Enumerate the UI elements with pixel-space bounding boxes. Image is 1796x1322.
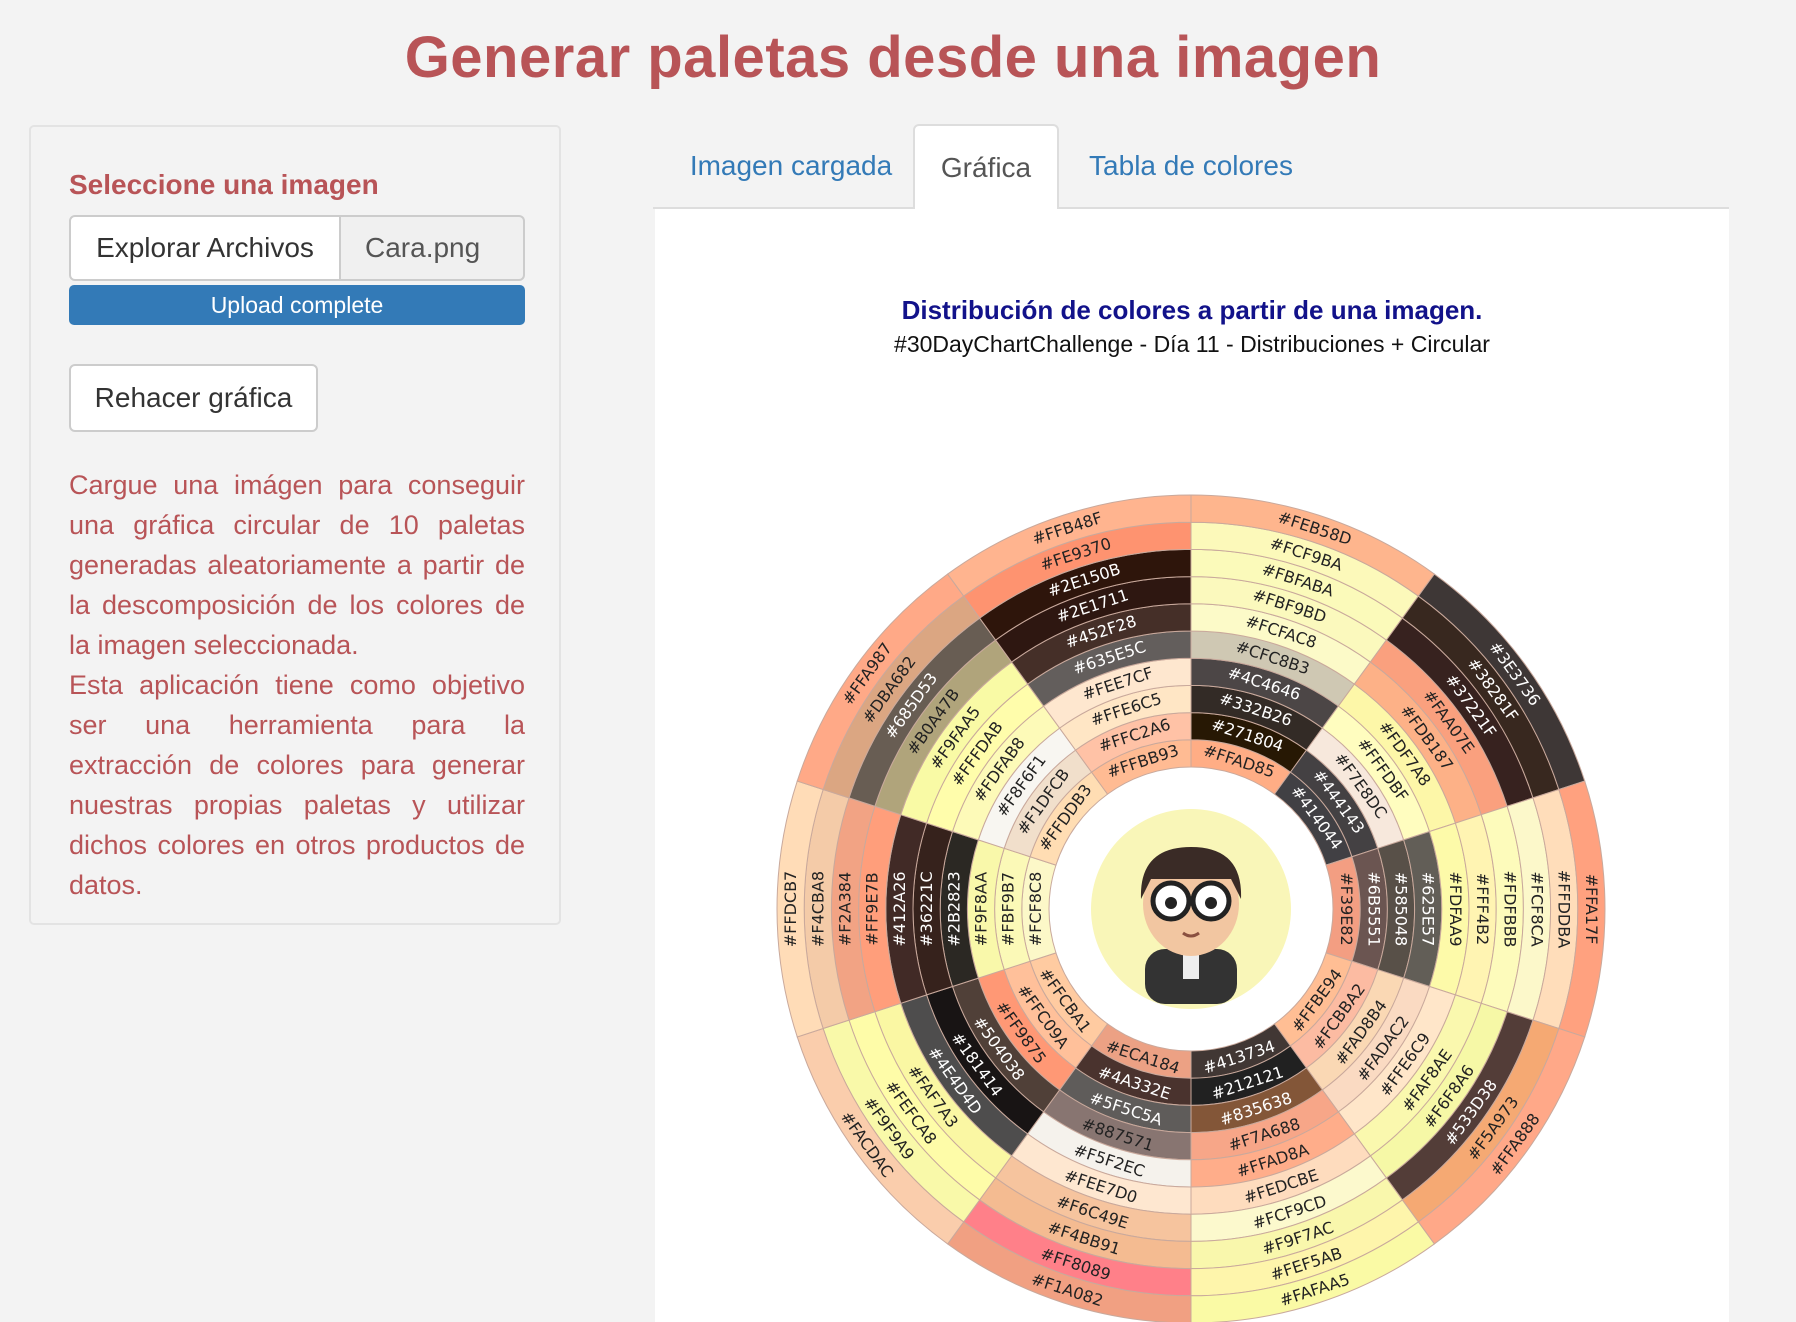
selected-file-name: Cara.png [341, 215, 525, 281]
color-hex-label: #FF9E7B [863, 872, 882, 945]
tab-bar: Imagen cargada Gráfica Tabla de colores [653, 124, 1729, 210]
tab-tabla-de-colores[interactable]: Tabla de colores [1059, 124, 1323, 208]
color-hex-label: #6B5551 [1364, 871, 1383, 946]
file-input[interactable]: Explorar Archivos Cara.png [69, 215, 525, 281]
color-hex-label: #FDFBBB [1500, 870, 1519, 947]
color-hex-label: #36221C [917, 871, 936, 946]
description-paragraph: Esta aplicación tiene como objetivo ser … [69, 670, 525, 900]
color-hex-label: #FCF8CA [1528, 871, 1547, 946]
color-hex-label: #FFF4B2 [1473, 873, 1492, 945]
upload-progress-label: Upload complete [69, 285, 525, 325]
browse-files-button[interactable]: Explorar Archivos [69, 215, 341, 281]
redo-chart-button[interactable]: Rehacer gráfica [69, 364, 318, 432]
color-hex-label: #FBF9B7 [999, 872, 1018, 946]
upload-progress-bar: Upload complete [69, 285, 525, 325]
page-title: Generar paletas desde una imagen [404, 25, 1382, 90]
color-hex-label: #FFDDBA [1555, 870, 1574, 948]
color-wheel-chart: #FFAD85#271804#332B26#4C4646#CFC8B3#FCFA… [776, 494, 1606, 1322]
color-hex-label: #FDFAA9 [1446, 871, 1465, 946]
color-hex-label: #F4CBA8 [808, 871, 827, 947]
tab-grafica[interactable]: Gráfica [913, 124, 1059, 210]
color-hex-label: #F39E82 [1337, 872, 1356, 945]
color-hex-label: #FFA17F [1582, 874, 1601, 945]
color-hex-label: #FCF8C8 [1026, 872, 1045, 947]
description-paragraph: Cargue una imágen para conseguir una grá… [69, 470, 525, 660]
color-hex-label: #FFDCB7 [781, 871, 800, 947]
tab-imagen-cargada[interactable]: Imagen cargada [669, 124, 913, 208]
color-hex-label: #412A26 [890, 871, 909, 946]
select-image-heading: Seleccione una imagen [69, 169, 379, 200]
description-text: Cargue una imágen para conseguir una grá… [69, 465, 525, 905]
chart-panel: Distribución de colores a partir de una … [655, 209, 1729, 1322]
page-scrollbar[interactable] [1783, 0, 1796, 1322]
color-hex-label: #F9F8AA [972, 872, 991, 947]
color-hex-label: #585048 [1392, 872, 1411, 946]
color-hex-label: #2B2823 [944, 871, 963, 946]
color-hex-label: #F2A384 [836, 872, 855, 946]
avatar-image [1081, 799, 1301, 1019]
sidebar-panel: Seleccione una imagen Explorar Archivos … [29, 125, 561, 925]
color-hex-label: #625E57 [1419, 872, 1438, 946]
